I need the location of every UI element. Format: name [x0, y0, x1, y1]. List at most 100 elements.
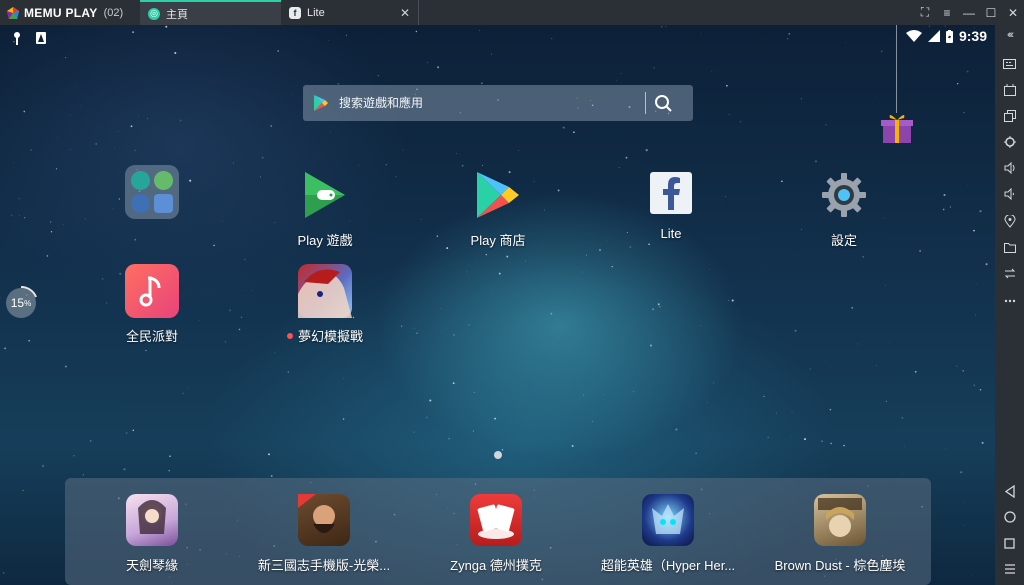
star	[132, 31, 134, 33]
star	[625, 156, 628, 159]
star	[814, 160, 818, 163]
shake-button[interactable]	[995, 132, 1024, 152]
star	[957, 83, 959, 85]
battery-icon	[945, 29, 953, 43]
location-button[interactable]	[995, 211, 1024, 231]
star	[89, 440, 92, 442]
android-home-button[interactable]	[995, 507, 1024, 527]
star	[550, 312, 553, 315]
tab-home[interactable]: ◎ 主頁	[140, 0, 281, 25]
app-play-games[interactable]: Play 遊戲	[270, 168, 380, 249]
star	[960, 471, 963, 474]
star	[501, 449, 504, 451]
instance-number: (02)	[103, 6, 124, 19]
star	[427, 62, 429, 63]
facebook-lite-icon	[650, 172, 692, 214]
star	[498, 272, 501, 275]
multi-window-button[interactable]	[995, 106, 1024, 126]
star	[481, 164, 483, 166]
memory-boost-button[interactable]: 15%	[6, 288, 36, 318]
star	[653, 67, 655, 69]
star	[437, 66, 440, 69]
app-label: Play 商店	[470, 233, 526, 248]
star	[525, 260, 526, 262]
star	[70, 148, 72, 150]
star	[706, 402, 708, 403]
star	[963, 111, 965, 114]
menu-icon[interactable]: ≡	[936, 6, 958, 20]
app-label: Lite	[660, 226, 682, 241]
star	[268, 453, 270, 456]
star	[168, 469, 170, 472]
star	[942, 208, 945, 211]
star	[473, 391, 475, 394]
star	[830, 442, 832, 445]
facebook-tab-icon: f	[289, 6, 301, 19]
recents-icon	[1004, 537, 1015, 549]
star	[562, 126, 565, 129]
gift-icon[interactable]	[880, 111, 914, 145]
star	[259, 176, 261, 178]
shared-folder-button[interactable]	[995, 237, 1024, 257]
window-controls: ⛶ ≡ — ☐ ✕	[914, 0, 1024, 25]
close-window-icon[interactable]: ✕	[1002, 6, 1024, 20]
android-menu-button[interactable]	[995, 559, 1024, 579]
dock-app-three-kingdoms[interactable]: 新三國志手機版-光榮...	[239, 494, 409, 574]
dock-app-brown-dust[interactable]: Brown Dust - 棕色塵埃	[755, 494, 925, 574]
new-badge	[286, 332, 293, 339]
android-back-button[interactable]	[995, 481, 1024, 501]
star	[928, 25, 930, 27]
star	[728, 114, 730, 116]
search-input[interactable]	[339, 96, 639, 110]
app-label-text: 夢幻模擬戰	[297, 329, 363, 344]
collapse-toolbar-button[interactable]: ‹‹‹	[995, 25, 1024, 45]
dock: 天劍琴緣 新三國志手機版-光榮... Zynga 德州撲克 超能英雄（Hyper…	[65, 478, 931, 585]
apk-button[interactable]	[995, 80, 1024, 100]
star	[487, 338, 489, 340]
sync-button[interactable]	[995, 263, 1024, 283]
volume-down-icon	[1004, 188, 1014, 200]
search-button[interactable]	[646, 85, 680, 121]
star	[956, 365, 958, 367]
app-langrisser[interactable]: 夢幻模擬戰	[270, 264, 380, 345]
star	[767, 436, 770, 439]
star	[763, 395, 765, 398]
keyboard-icon	[1003, 59, 1016, 69]
volume-down-button[interactable]	[995, 184, 1024, 204]
app-all-party[interactable]: 全民派對	[97, 264, 207, 345]
star	[22, 490, 24, 491]
multi-window-icon	[1003, 110, 1016, 122]
star	[270, 125, 273, 127]
minimize-icon[interactable]: —	[958, 6, 980, 20]
fullscreen-icon[interactable]: ⛶	[914, 5, 936, 20]
star	[943, 194, 946, 196]
maximize-icon[interactable]: ☐	[980, 6, 1002, 20]
app-label: 天劍琴緣	[125, 558, 178, 573]
dock-app-hyper-heroes[interactable]: 超能英雄（Hyper Her...	[583, 494, 753, 574]
app-play-store[interactable]: Play 商店	[443, 168, 553, 249]
hyper-heroes-icon	[642, 494, 694, 546]
star	[75, 86, 77, 87]
android-recents-button[interactable]	[995, 533, 1024, 553]
star	[46, 255, 49, 257]
star	[402, 149, 404, 151]
dock-app-sword-qin[interactable]: 天劍琴緣	[67, 494, 237, 574]
star	[329, 131, 331, 133]
star	[586, 254, 587, 256]
app-lite[interactable]: Lite	[616, 170, 726, 241]
star	[232, 162, 234, 164]
apk-icon	[1003, 84, 1016, 96]
folder-icon	[1003, 242, 1016, 253]
tab-lite[interactable]: f Lite ✕	[281, 0, 419, 25]
star	[18, 197, 20, 200]
star	[342, 418, 345, 420]
search-bar[interactable]	[303, 85, 693, 121]
shake-icon	[1003, 136, 1016, 148]
app-folder[interactable]	[97, 165, 207, 227]
keyboard-button[interactable]	[995, 54, 1024, 74]
volume-up-button[interactable]	[995, 158, 1024, 178]
close-tab-icon[interactable]: ✕	[400, 6, 410, 20]
more-button[interactable]	[995, 291, 1024, 311]
app-settings[interactable]: 設定	[789, 168, 899, 249]
dock-app-zynga-poker[interactable]: Zynga 德州撲克	[411, 494, 581, 574]
